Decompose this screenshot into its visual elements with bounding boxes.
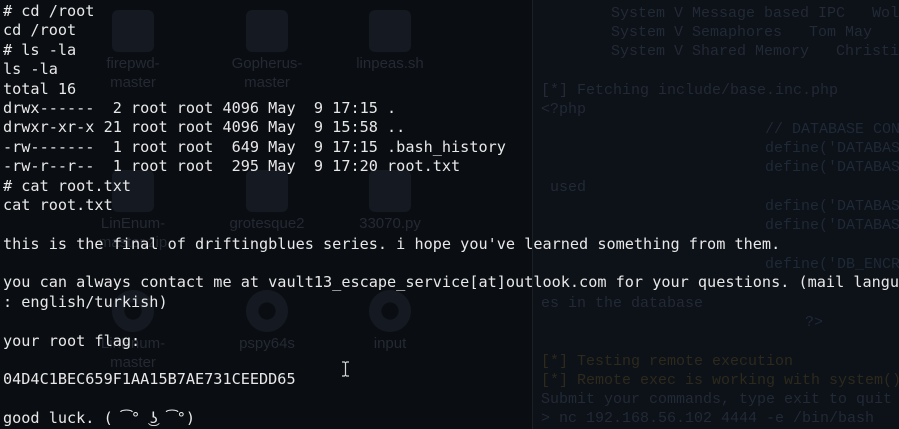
root-flag-value: 04D4C1BEC659F1AA15B7AE731CEEDD65	[3, 370, 296, 389]
terminal-command-line: # cd /root	[3, 2, 95, 20]
root-txt-message-line: : english/turkish)	[3, 292, 168, 311]
screen: firepwd- master Gopherus- master linpeas…	[0, 0, 899, 429]
root-txt-message-line: you can always contact me at vault13_esc…	[3, 273, 899, 292]
terminal-output[interactable]: # cd /root cd /root # ls -la ls -la tota…	[0, 0, 899, 429]
directory-listing-row: -rw------- 1 root root 649 May 9 17:15 .…	[3, 137, 506, 156]
terminal-echo-line: cd /root	[3, 21, 77, 40]
root-txt-message-line: this is the final of driftingblues serie…	[3, 234, 781, 253]
directory-listing-row: -rw-r--r-- 1 root root 295 May 9 17:20 r…	[3, 157, 461, 176]
directory-listing-row: drwx------ 2 root root 4096 May 9 17:15 …	[3, 98, 397, 117]
root-flag-label: your root flag:	[3, 331, 141, 350]
terminal-command-line: # cat root.txt	[3, 176, 132, 195]
terminal-echo-line: ls -la	[3, 60, 58, 79]
terminal-echo-line: cat root.txt	[3, 195, 113, 214]
good-luck-line: good luck. ( ͡° ͜ʖ ͡°)	[3, 409, 195, 428]
terminal-output-line: total 16	[3, 79, 77, 98]
terminal-command-line: # ls -la	[3, 40, 77, 59]
ibeam-cursor-icon	[342, 361, 349, 377]
directory-listing-row: drwxr-xr-x 21 root root 4096 May 9 15:58…	[3, 118, 406, 137]
